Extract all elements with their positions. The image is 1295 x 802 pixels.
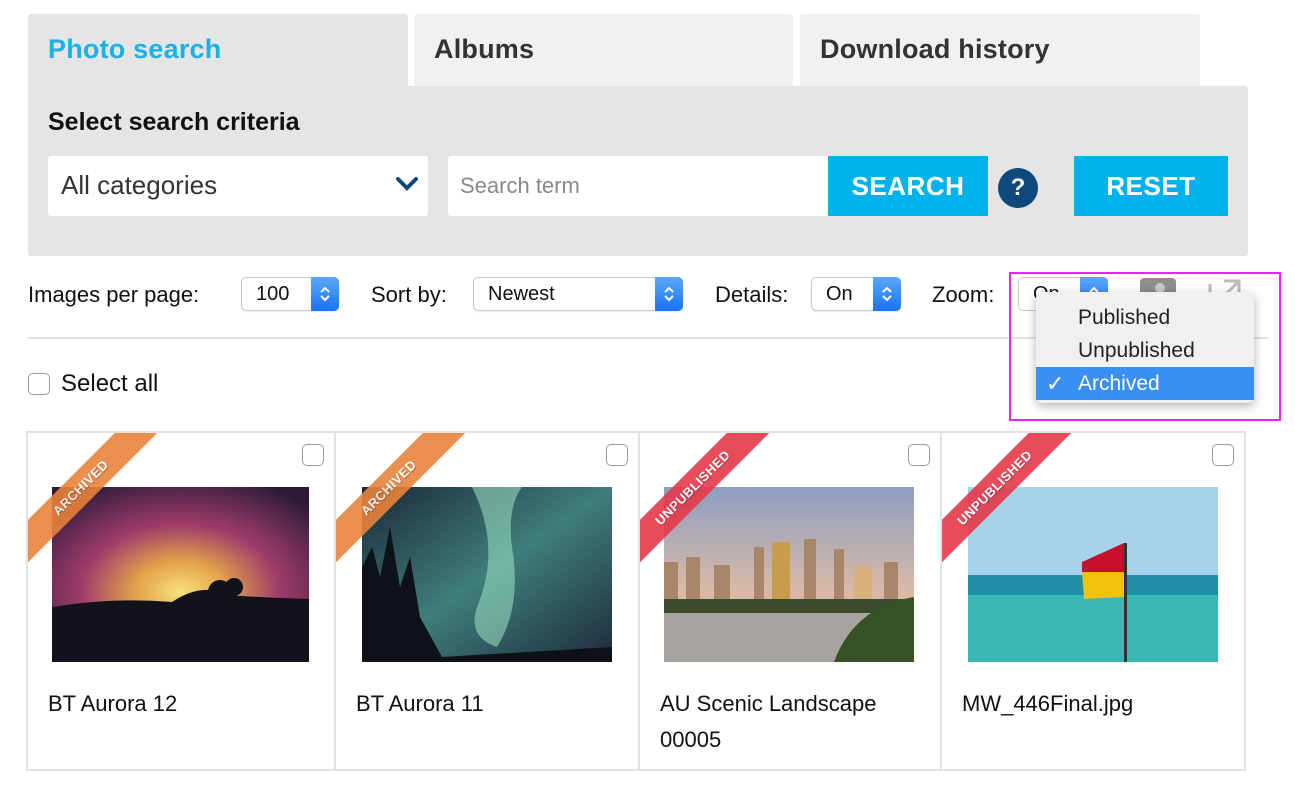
- tab-download-history-label: Download history: [820, 34, 1050, 64]
- dropdown-option-unpublished[interactable]: Unpublished: [1036, 334, 1254, 367]
- zoom-label: Zoom:: [932, 282, 995, 307]
- category-select[interactable]: All categories: [48, 156, 428, 216]
- photo-card[interactable]: UNPUBLISHED AU Scenic Landscape 00005: [640, 433, 942, 769]
- sort-by-value: Newest: [488, 283, 555, 305]
- photo-thumbnail: [362, 487, 612, 662]
- photo-thumbnail: [52, 487, 309, 662]
- tab-photo-search-label: Photo search: [48, 34, 222, 64]
- photo-title: BT Aurora 11: [356, 691, 484, 716]
- photo-thumbnail: [968, 487, 1218, 662]
- checkmark-icon: ✓: [1046, 371, 1065, 396]
- photo-card[interactable]: UNPUBLISHED MW_446Final.jpg: [942, 433, 1244, 769]
- photo-title: MW_446Final.jpg: [962, 691, 1134, 716]
- photo-select-checkbox[interactable]: [302, 444, 324, 466]
- option-label: Archived: [1078, 372, 1160, 395]
- search-input[interactable]: [448, 156, 828, 216]
- select-all-box[interactable]: [28, 373, 50, 395]
- tab-download-history[interactable]: Download history: [800, 14, 1200, 86]
- photo-card[interactable]: ARCHIVED BT Aurora 11: [336, 433, 640, 769]
- select-all-label: Select all: [61, 370, 159, 397]
- option-label: Unpublished: [1078, 339, 1195, 362]
- category-select-value: All categories: [61, 170, 218, 200]
- details-value: On: [826, 283, 853, 305]
- photo-select-checkbox[interactable]: [908, 444, 930, 466]
- details-select[interactable]: On: [811, 277, 901, 311]
- sort-by-label: Sort by:: [371, 282, 447, 307]
- dropdown-option-archived[interactable]: ✓ Archived: [1036, 367, 1254, 400]
- search-button[interactable]: SEARCH: [828, 156, 988, 216]
- details-label: Details:: [715, 282, 789, 307]
- select-all-checkbox[interactable]: Select all: [28, 370, 158, 398]
- photo-title: AU Scenic Landscape 00005: [660, 691, 877, 752]
- photo-thumbnail: [664, 487, 914, 662]
- stepper-arrows-icon: [311, 277, 339, 311]
- reset-button[interactable]: RESET: [1074, 156, 1228, 216]
- images-per-page-value: 100: [256, 283, 290, 305]
- tab-albums[interactable]: Albums: [414, 14, 793, 86]
- tab-photo-search[interactable]: Photo search: [28, 14, 408, 88]
- photo-title: BT Aurora 12: [48, 691, 178, 716]
- dropdown-option-published[interactable]: Published: [1036, 301, 1254, 334]
- search-criteria-panel: Select search criteria All categories SE…: [28, 86, 1248, 256]
- images-per-page-select[interactable]: 100: [241, 277, 339, 311]
- help-icon[interactable]: ?: [998, 168, 1038, 208]
- photo-select-checkbox[interactable]: [1212, 444, 1234, 466]
- photo-select-checkbox[interactable]: [606, 444, 628, 466]
- sort-by-select[interactable]: Newest: [473, 277, 683, 311]
- stepper-arrows-icon: [655, 277, 683, 311]
- photo-card[interactable]: ARCHIVED BT Aurora 12: [28, 433, 336, 769]
- chevron-down-icon: [396, 177, 418, 191]
- option-label: Published: [1078, 306, 1171, 329]
- photo-grid: ARCHIVED BT Aurora 12 ARCHIVED BT Aurora…: [26, 431, 1246, 771]
- status-dropdown-menu: Published Unpublished ✓ Archived: [1036, 292, 1254, 403]
- stepper-arrows-icon: [873, 277, 901, 311]
- images-per-page-label: Images per page:: [28, 282, 200, 307]
- criteria-title: Select search criteria: [48, 108, 300, 136]
- tab-albums-label: Albums: [434, 34, 535, 64]
